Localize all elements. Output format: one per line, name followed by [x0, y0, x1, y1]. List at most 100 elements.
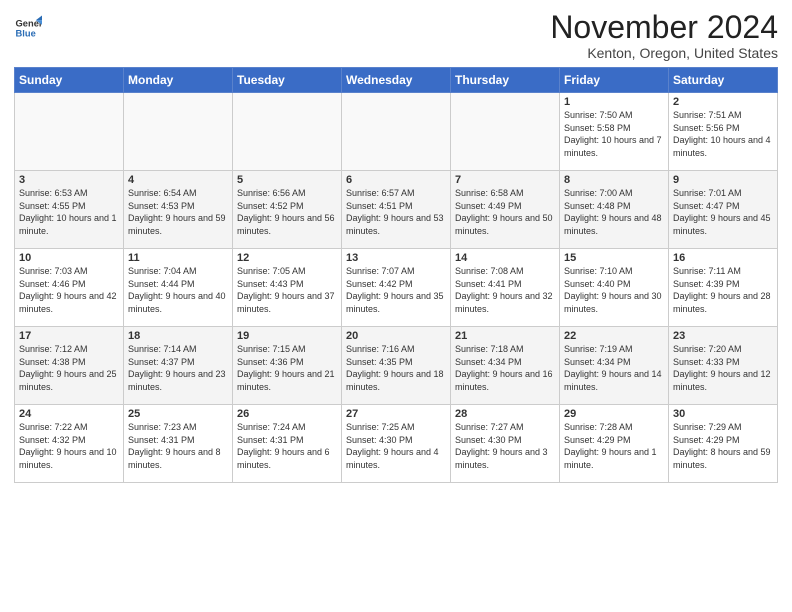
calendar-week-3: 17Sunrise: 7:12 AM Sunset: 4:38 PM Dayli…	[15, 327, 778, 405]
day-number: 20	[346, 330, 446, 342]
day-number: 26	[237, 408, 337, 420]
day-number: 19	[237, 330, 337, 342]
calendar-cell: 25Sunrise: 7:23 AM Sunset: 4:31 PM Dayli…	[124, 405, 233, 483]
day-info: Sunrise: 7:24 AM Sunset: 4:31 PM Dayligh…	[237, 421, 337, 471]
calendar-cell: 19Sunrise: 7:15 AM Sunset: 4:36 PM Dayli…	[233, 327, 342, 405]
day-number: 9	[673, 174, 773, 186]
logo-icon: General Blue	[14, 14, 42, 42]
day-number: 12	[237, 252, 337, 264]
calendar-cell: 22Sunrise: 7:19 AM Sunset: 4:34 PM Dayli…	[560, 327, 669, 405]
calendar-cell: 30Sunrise: 7:29 AM Sunset: 4:29 PM Dayli…	[669, 405, 778, 483]
day-info: Sunrise: 7:25 AM Sunset: 4:30 PM Dayligh…	[346, 421, 446, 471]
calendar-cell	[342, 93, 451, 171]
calendar-cell: 28Sunrise: 7:27 AM Sunset: 4:30 PM Dayli…	[451, 405, 560, 483]
day-info: Sunrise: 7:28 AM Sunset: 4:29 PM Dayligh…	[564, 421, 664, 471]
day-number: 22	[564, 330, 664, 342]
day-number: 2	[673, 96, 773, 108]
calendar-table: Sunday Monday Tuesday Wednesday Thursday…	[14, 67, 778, 483]
header-monday: Monday	[124, 68, 233, 93]
day-info: Sunrise: 7:15 AM Sunset: 4:36 PM Dayligh…	[237, 343, 337, 393]
day-number: 7	[455, 174, 555, 186]
day-info: Sunrise: 6:58 AM Sunset: 4:49 PM Dayligh…	[455, 187, 555, 237]
calendar-cell: 12Sunrise: 7:05 AM Sunset: 4:43 PM Dayli…	[233, 249, 342, 327]
calendar-cell: 11Sunrise: 7:04 AM Sunset: 4:44 PM Dayli…	[124, 249, 233, 327]
header-thursday: Thursday	[451, 68, 560, 93]
calendar-cell: 21Sunrise: 7:18 AM Sunset: 4:34 PM Dayli…	[451, 327, 560, 405]
day-number: 13	[346, 252, 446, 264]
calendar-cell	[451, 93, 560, 171]
calendar-cell: 4Sunrise: 6:54 AM Sunset: 4:53 PM Daylig…	[124, 171, 233, 249]
calendar-cell: 14Sunrise: 7:08 AM Sunset: 4:41 PM Dayli…	[451, 249, 560, 327]
month-title: November 2024	[550, 10, 778, 45]
calendar-week-4: 24Sunrise: 7:22 AM Sunset: 4:32 PM Dayli…	[15, 405, 778, 483]
day-number: 4	[128, 174, 228, 186]
day-info: Sunrise: 7:27 AM Sunset: 4:30 PM Dayligh…	[455, 421, 555, 471]
day-number: 21	[455, 330, 555, 342]
header-sunday: Sunday	[15, 68, 124, 93]
day-number: 14	[455, 252, 555, 264]
day-number: 25	[128, 408, 228, 420]
day-number: 23	[673, 330, 773, 342]
day-number: 6	[346, 174, 446, 186]
day-number: 29	[564, 408, 664, 420]
calendar-cell: 5Sunrise: 6:56 AM Sunset: 4:52 PM Daylig…	[233, 171, 342, 249]
calendar-cell	[15, 93, 124, 171]
calendar-cell: 8Sunrise: 7:00 AM Sunset: 4:48 PM Daylig…	[560, 171, 669, 249]
day-info: Sunrise: 7:07 AM Sunset: 4:42 PM Dayligh…	[346, 265, 446, 315]
day-info: Sunrise: 7:04 AM Sunset: 4:44 PM Dayligh…	[128, 265, 228, 315]
day-info: Sunrise: 7:19 AM Sunset: 4:34 PM Dayligh…	[564, 343, 664, 393]
day-number: 27	[346, 408, 446, 420]
header-tuesday: Tuesday	[233, 68, 342, 93]
calendar-week-0: 1Sunrise: 7:50 AM Sunset: 5:58 PM Daylig…	[15, 93, 778, 171]
day-info: Sunrise: 6:57 AM Sunset: 4:51 PM Dayligh…	[346, 187, 446, 237]
logo: General Blue	[14, 14, 42, 42]
calendar-cell: 2Sunrise: 7:51 AM Sunset: 5:56 PM Daylig…	[669, 93, 778, 171]
header-wednesday: Wednesday	[342, 68, 451, 93]
calendar-cell: 24Sunrise: 7:22 AM Sunset: 4:32 PM Dayli…	[15, 405, 124, 483]
day-info: Sunrise: 7:51 AM Sunset: 5:56 PM Dayligh…	[673, 109, 773, 159]
calendar-cell: 29Sunrise: 7:28 AM Sunset: 4:29 PM Dayli…	[560, 405, 669, 483]
calendar-cell: 13Sunrise: 7:07 AM Sunset: 4:42 PM Dayli…	[342, 249, 451, 327]
day-info: Sunrise: 6:56 AM Sunset: 4:52 PM Dayligh…	[237, 187, 337, 237]
calendar-cell: 18Sunrise: 7:14 AM Sunset: 4:37 PM Dayli…	[124, 327, 233, 405]
calendar-cell: 15Sunrise: 7:10 AM Sunset: 4:40 PM Dayli…	[560, 249, 669, 327]
calendar-cell: 6Sunrise: 6:57 AM Sunset: 4:51 PM Daylig…	[342, 171, 451, 249]
calendar-week-2: 10Sunrise: 7:03 AM Sunset: 4:46 PM Dayli…	[15, 249, 778, 327]
day-number: 5	[237, 174, 337, 186]
day-info: Sunrise: 7:03 AM Sunset: 4:46 PM Dayligh…	[19, 265, 119, 315]
day-info: Sunrise: 7:20 AM Sunset: 4:33 PM Dayligh…	[673, 343, 773, 393]
calendar-cell: 17Sunrise: 7:12 AM Sunset: 4:38 PM Dayli…	[15, 327, 124, 405]
header-saturday: Saturday	[669, 68, 778, 93]
day-info: Sunrise: 7:12 AM Sunset: 4:38 PM Dayligh…	[19, 343, 119, 393]
day-number: 18	[128, 330, 228, 342]
day-number: 24	[19, 408, 119, 420]
calendar-cell: 23Sunrise: 7:20 AM Sunset: 4:33 PM Dayli…	[669, 327, 778, 405]
day-info: Sunrise: 7:50 AM Sunset: 5:58 PM Dayligh…	[564, 109, 664, 159]
header: General Blue November 2024 Kenton, Orego…	[14, 10, 778, 61]
title-block: November 2024 Kenton, Oregon, United Sta…	[550, 10, 778, 61]
day-info: Sunrise: 7:01 AM Sunset: 4:47 PM Dayligh…	[673, 187, 773, 237]
day-info: Sunrise: 7:29 AM Sunset: 4:29 PM Dayligh…	[673, 421, 773, 471]
header-friday: Friday	[560, 68, 669, 93]
calendar-cell: 27Sunrise: 7:25 AM Sunset: 4:30 PM Dayli…	[342, 405, 451, 483]
svg-text:Blue: Blue	[16, 29, 36, 39]
day-number: 10	[19, 252, 119, 264]
calendar-cell	[124, 93, 233, 171]
day-info: Sunrise: 7:00 AM Sunset: 4:48 PM Dayligh…	[564, 187, 664, 237]
day-info: Sunrise: 7:23 AM Sunset: 4:31 PM Dayligh…	[128, 421, 228, 471]
calendar-cell: 1Sunrise: 7:50 AM Sunset: 5:58 PM Daylig…	[560, 93, 669, 171]
day-info: Sunrise: 7:11 AM Sunset: 4:39 PM Dayligh…	[673, 265, 773, 315]
location: Kenton, Oregon, United States	[550, 45, 778, 61]
calendar-week-1: 3Sunrise: 6:53 AM Sunset: 4:55 PM Daylig…	[15, 171, 778, 249]
day-info: Sunrise: 7:22 AM Sunset: 4:32 PM Dayligh…	[19, 421, 119, 471]
day-info: Sunrise: 7:14 AM Sunset: 4:37 PM Dayligh…	[128, 343, 228, 393]
day-number: 17	[19, 330, 119, 342]
day-number: 28	[455, 408, 555, 420]
day-number: 30	[673, 408, 773, 420]
calendar-cell	[233, 93, 342, 171]
day-number: 8	[564, 174, 664, 186]
day-number: 16	[673, 252, 773, 264]
day-info: Sunrise: 7:08 AM Sunset: 4:41 PM Dayligh…	[455, 265, 555, 315]
calendar-cell: 10Sunrise: 7:03 AM Sunset: 4:46 PM Dayli…	[15, 249, 124, 327]
day-info: Sunrise: 6:53 AM Sunset: 4:55 PM Dayligh…	[19, 187, 119, 237]
